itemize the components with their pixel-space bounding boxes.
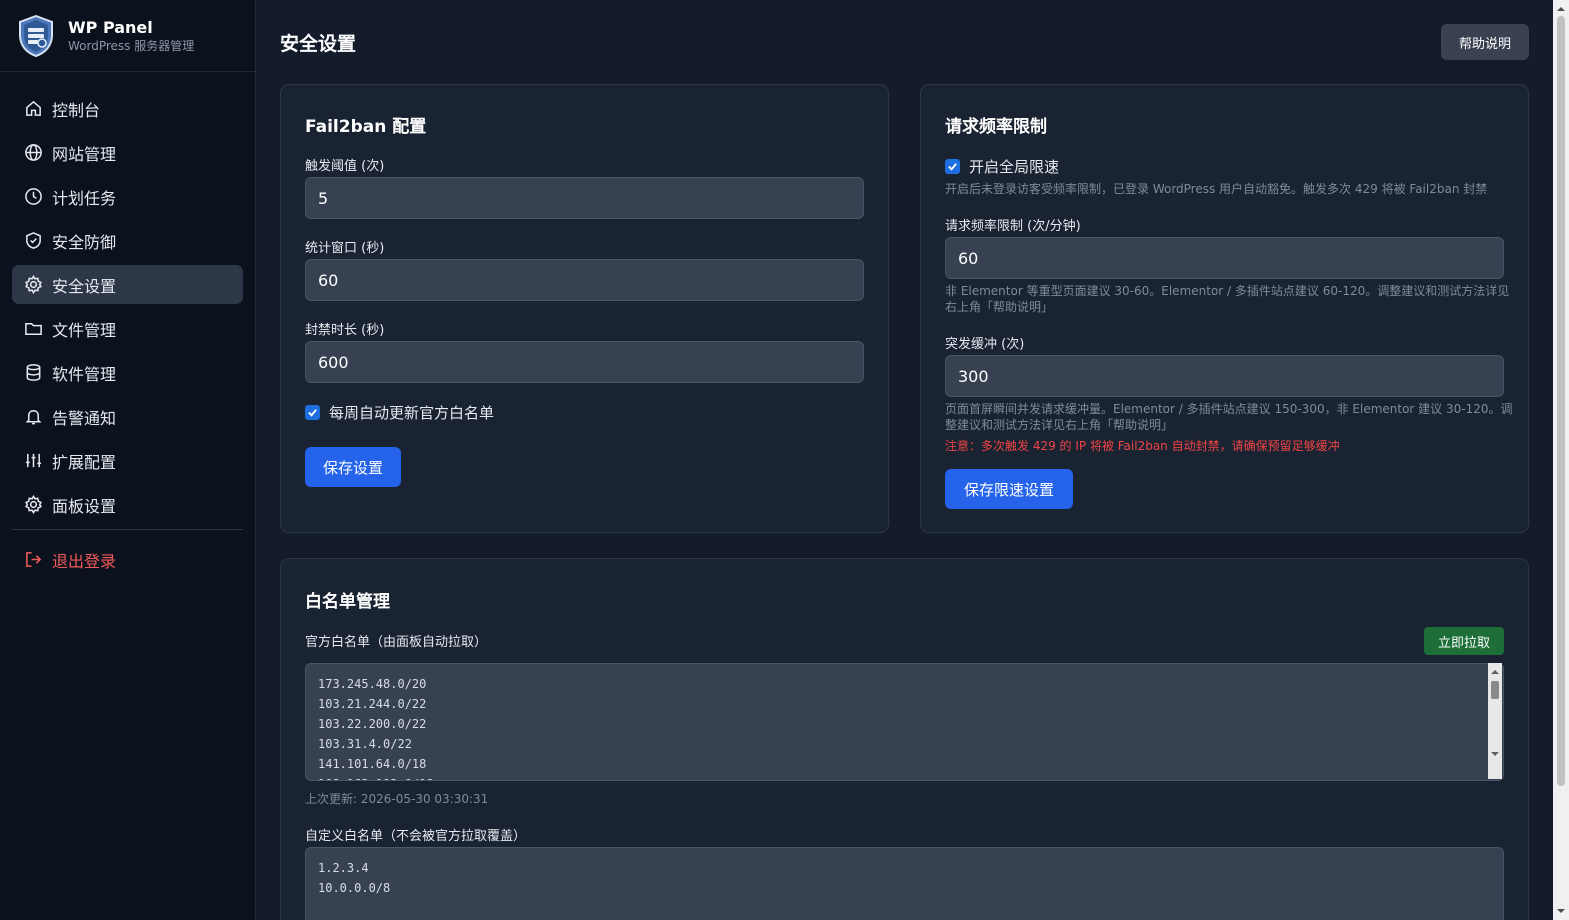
gear-icon bbox=[25, 275, 42, 294]
window-label: 统计窗口 (秒) bbox=[305, 241, 385, 256]
whitelist-title: 白名单管理 bbox=[305, 592, 390, 612]
sidebar-item-label: 安全设置 bbox=[52, 276, 117, 296]
last-updated-text: 上次更新: 2026-05-30 03:30:31 bbox=[305, 792, 489, 806]
bell-icon bbox=[25, 410, 42, 425]
sidebar-item-security-settings[interactable]: 安全设置 bbox=[12, 265, 243, 304]
logout-button[interactable]: 退出登录 bbox=[12, 540, 243, 579]
globe-icon bbox=[25, 144, 42, 161]
rate-input[interactable] bbox=[945, 237, 1504, 279]
sidebar-item-dashboard[interactable]: 控制台 bbox=[12, 89, 243, 128]
auto-update-row: 每周自动更新官方白名单 bbox=[305, 402, 494, 423]
global-limit-row: 开启全局限速 bbox=[945, 156, 1059, 177]
ban-duration-input[interactable] bbox=[305, 341, 864, 383]
custom-whitelist-label: 自定义白名单（不会被官方拉取覆盖） bbox=[305, 829, 527, 844]
sidebar-item-label: 面板设置 bbox=[52, 496, 117, 516]
whitelist-scrollbar[interactable] bbox=[1488, 663, 1502, 779]
rate-limit-card: 请求频率限制 开启全局限速 开启后未登录访客受频率限制，已登录 WordPres… bbox=[920, 84, 1529, 533]
burst-hint: 页面首屏瞬间并发请求缓冲量。Elementor / 多插件站点建议 150-30… bbox=[945, 401, 1513, 433]
page-scrollbar[interactable] bbox=[1553, 0, 1569, 920]
scroll-up-arrow-icon bbox=[1557, 7, 1565, 11]
sidebar-item-alerts[interactable]: 告警通知 bbox=[12, 397, 243, 436]
brand-title: WP Panel bbox=[68, 17, 153, 37]
auto-update-checkbox[interactable] bbox=[305, 405, 320, 420]
sidebar-item-files[interactable]: 文件管理 bbox=[12, 309, 243, 348]
global-limit-label: 开启全局限速 bbox=[969, 158, 1060, 176]
shield-logo-icon bbox=[19, 14, 53, 57]
help-button[interactable]: 帮助说明 bbox=[1441, 24, 1529, 60]
sidebar-item-defense[interactable]: 安全防御 bbox=[12, 221, 243, 260]
nav-divider bbox=[12, 529, 243, 530]
brand: WP Panel WordPress 服务器管理 bbox=[0, 0, 255, 72]
burst-warning: 注意：多次触发 429 的 IP 将被 Fail2ban 自动封禁，请确保预留足… bbox=[945, 439, 1340, 453]
brand-subtitle: WordPress 服务器管理 bbox=[68, 38, 195, 53]
sidebar-item-label: 软件管理 bbox=[52, 364, 117, 384]
sidebar-item-label: 扩展配置 bbox=[52, 452, 117, 472]
page-scroll-thumb[interactable] bbox=[1557, 16, 1565, 786]
scroll-up-arrow-icon bbox=[1491, 670, 1499, 674]
database-icon bbox=[26, 364, 41, 381]
sidebar-item-label: 告警通知 bbox=[52, 408, 117, 428]
burst-hint-line-2: 整建议和测试方法详见右上角「帮助说明」 bbox=[945, 418, 1174, 432]
page-title: 安全设置 bbox=[280, 33, 357, 55]
sidebar-item-label: 计划任务 bbox=[52, 188, 117, 208]
global-limit-hint: 开启后未登录访客受频率限制，已登录 WordPress 用户自动豁免。触发多次 … bbox=[945, 182, 1488, 196]
gear-icon bbox=[25, 495, 42, 514]
sidebar-item-cron[interactable]: 计划任务 bbox=[12, 177, 243, 216]
threshold-input[interactable] bbox=[305, 177, 864, 219]
sidebar-item-panel-settings[interactable]: 面板设置 bbox=[12, 485, 243, 524]
sliders-icon bbox=[25, 453, 42, 468]
sidebar-nav: 控制台 网站管理 计划任务 安全防御 安全设置 文件管理 软件管理 告警通知 扩… bbox=[0, 72, 255, 579]
window-input[interactable] bbox=[305, 259, 864, 301]
burst-label: 突发缓冲 (次) bbox=[945, 337, 1025, 352]
official-whitelist-label: 官方白名单（由面板自动拉取） bbox=[305, 635, 488, 650]
ban-duration-label: 封禁时长 (秒) bbox=[305, 323, 385, 338]
custom-whitelist-textarea[interactable]: 1.2.3.4 10.0.0.0/8 bbox=[305, 847, 1504, 920]
rate-hint-line-2: 右上角「帮助说明」 bbox=[945, 300, 1054, 314]
home-icon bbox=[26, 100, 41, 116]
fail2ban-card: Fail2ban 配置 触发阈值 (次) 统计窗口 (秒) 封禁时长 (秒) 每… bbox=[280, 84, 889, 533]
sidebar-item-label: 网站管理 bbox=[52, 144, 117, 164]
save-rate-limit-button[interactable]: 保存限速设置 bbox=[945, 469, 1073, 509]
auto-update-label: 每周自动更新官方白名单 bbox=[329, 404, 495, 422]
whitelist-card: 白名单管理 官方白名单（由面板自动拉取） 立即拉取 173.245.48.0/2… bbox=[280, 558, 1529, 920]
check-icon bbox=[948, 163, 957, 171]
threshold-label: 触发阈值 (次) bbox=[305, 159, 385, 174]
scroll-down-arrow-icon bbox=[1557, 909, 1565, 913]
rate-hint: 非 Elementor 等重型页面建议 30-60。Elementor / 多插… bbox=[945, 283, 1511, 315]
check-icon bbox=[308, 409, 317, 417]
shield-icon bbox=[26, 232, 41, 249]
save-fail2ban-button[interactable]: 保存设置 bbox=[305, 447, 401, 487]
scroll-down-arrow-icon bbox=[1491, 752, 1499, 756]
rate-limit-title: 请求频率限制 bbox=[945, 117, 1047, 137]
whitelist-scroll-thumb[interactable] bbox=[1491, 681, 1499, 699]
sidebar-item-label: 控制台 bbox=[52, 100, 101, 120]
folder-icon bbox=[25, 322, 42, 335]
logout-icon bbox=[26, 552, 42, 567]
official-whitelist-textarea[interactable]: 173.245.48.0/20 103.21.244.0/22 103.22.2… bbox=[305, 663, 1504, 781]
burst-input[interactable] bbox=[945, 355, 1504, 397]
burst-hint-line-1: 页面首屏瞬间并发请求缓冲量。Elementor / 多插件站点建议 150-30… bbox=[945, 402, 1513, 416]
sidebar-item-extensions[interactable]: 扩展配置 bbox=[12, 441, 243, 480]
clock-icon bbox=[25, 188, 42, 205]
sidebar-item-label: 安全防御 bbox=[52, 232, 117, 252]
rate-label: 请求频率限制 (次/分钟) bbox=[945, 219, 1081, 234]
global-limit-checkbox[interactable] bbox=[945, 159, 960, 174]
logout-label: 退出登录 bbox=[52, 551, 117, 571]
rate-hint-line-1: 非 Elementor 等重型页面建议 30-60。Elementor / 多插… bbox=[945, 284, 1510, 298]
sidebar-item-software[interactable]: 软件管理 bbox=[12, 353, 243, 392]
fetch-now-button[interactable]: 立即拉取 bbox=[1424, 627, 1504, 655]
fail2ban-title: Fail2ban 配置 bbox=[305, 117, 427, 137]
sidebar: WP Panel WordPress 服务器管理 控制台 网站管理 计划任务 安… bbox=[0, 0, 256, 920]
sidebar-item-sites[interactable]: 网站管理 bbox=[12, 133, 243, 172]
sidebar-item-label: 文件管理 bbox=[52, 320, 117, 340]
